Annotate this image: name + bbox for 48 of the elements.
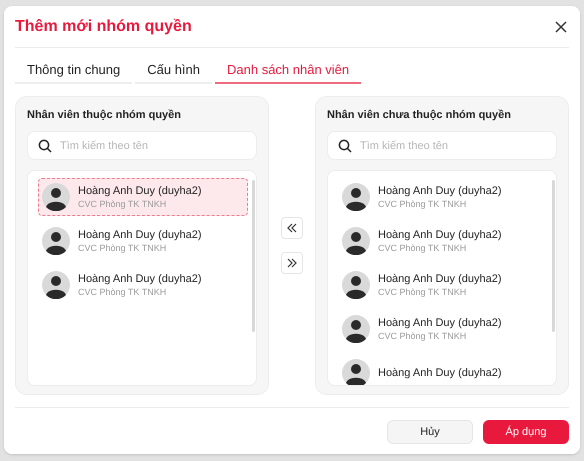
employee-position: CVC Phòng TK TNKH [378,242,468,254]
employee-item[interactable]: Hoàng Anh Duy (duyha2) CVC Phòng TK TNKH [338,266,548,304]
avatar-icon [342,359,370,385]
employee-position: CVC Phòng TK TNKH [378,286,468,298]
employee-name: Hoàng Anh Duy (duyha2) [378,316,502,330]
employee-position: CVC Phòng TK TNKH [78,198,168,210]
avatar-icon [342,183,370,211]
search-icon [338,139,352,153]
employee-name: Hoàng Anh Duy (duyha2) [378,228,502,242]
employee-position: CVC Phòng TK TNKH [78,286,168,298]
tab[interactable]: Thông tin chung [15,58,132,84]
employee-position: CVC Phòng TK TNKH [378,330,468,342]
avatar-icon [42,227,70,255]
panel-heading: Nhân viên thuộc nhóm quyền [27,108,182,123]
employee-item[interactable]: Hoàng Anh Duy (duyha2) CVC Phòng TK TNKH [38,222,248,260]
employee-name: Hoàng Anh Duy (duyha2) [78,184,202,198]
tab[interactable]: Danh sách nhân viên [215,58,362,84]
employee-item[interactable]: Hoàng Anh Duy (duyha2) CVC Phòng TK TNKH [338,310,548,348]
search-field[interactable]: Tìm kiếm theo tên [327,131,557,160]
employee-item[interactable]: Hoàng Anh Duy (duyha2) [338,354,548,385]
employee-item[interactable]: Hoàng Anh Duy (duyha2) CVC Phòng TK TNKH [338,222,548,260]
employee-item[interactable]: Hoàng Anh Duy (duyha2) CVC Phòng TK TNKH [338,178,548,216]
employee-name: Hoàng Anh Duy (duyha2) [78,272,202,286]
double-chevron-left-icon [287,223,297,233]
panel-heading: Nhân viên chưa thuộc nhóm quyền [327,108,512,123]
avatar-icon [342,227,370,255]
avatar-icon [42,183,70,211]
double-chevron-right-icon [287,258,297,268]
employee-name: Hoàng Anh Duy (duyha2) [378,366,502,380]
employee-position: CVC Phòng TK TNKH [78,242,168,254]
tab[interactable]: Cấu hình [135,58,212,84]
dialog-title: Thêm mới nhóm quyền [15,16,192,36]
apply-button[interactable]: Áp dụng [483,420,569,444]
avatar-icon [42,271,70,299]
avatar-icon [342,271,370,299]
search-icon [38,139,52,153]
move-left-button[interactable] [281,217,303,239]
employee-name: Hoàng Anh Duy (duyha2) [378,272,502,286]
employee-item[interactable]: Hoàng Anh Duy (duyha2) CVC Phòng TK TNKH [38,266,248,304]
move-right-button[interactable] [281,252,303,274]
employee-name: Hoàng Anh Duy (duyha2) [78,228,202,242]
employee-item[interactable]: Hoàng Anh Duy (duyha2) CVC Phòng TK TNKH [38,178,248,216]
employee-position: CVC Phòng TK TNKH [378,198,468,210]
employee-name: Hoàng Anh Duy (duyha2) [378,184,502,198]
cancel-button[interactable]: Hủy [387,420,473,444]
search-field[interactable]: Tìm kiếm theo tên [27,131,257,160]
close-button[interactable] [553,18,569,34]
avatar-icon [342,315,370,343]
